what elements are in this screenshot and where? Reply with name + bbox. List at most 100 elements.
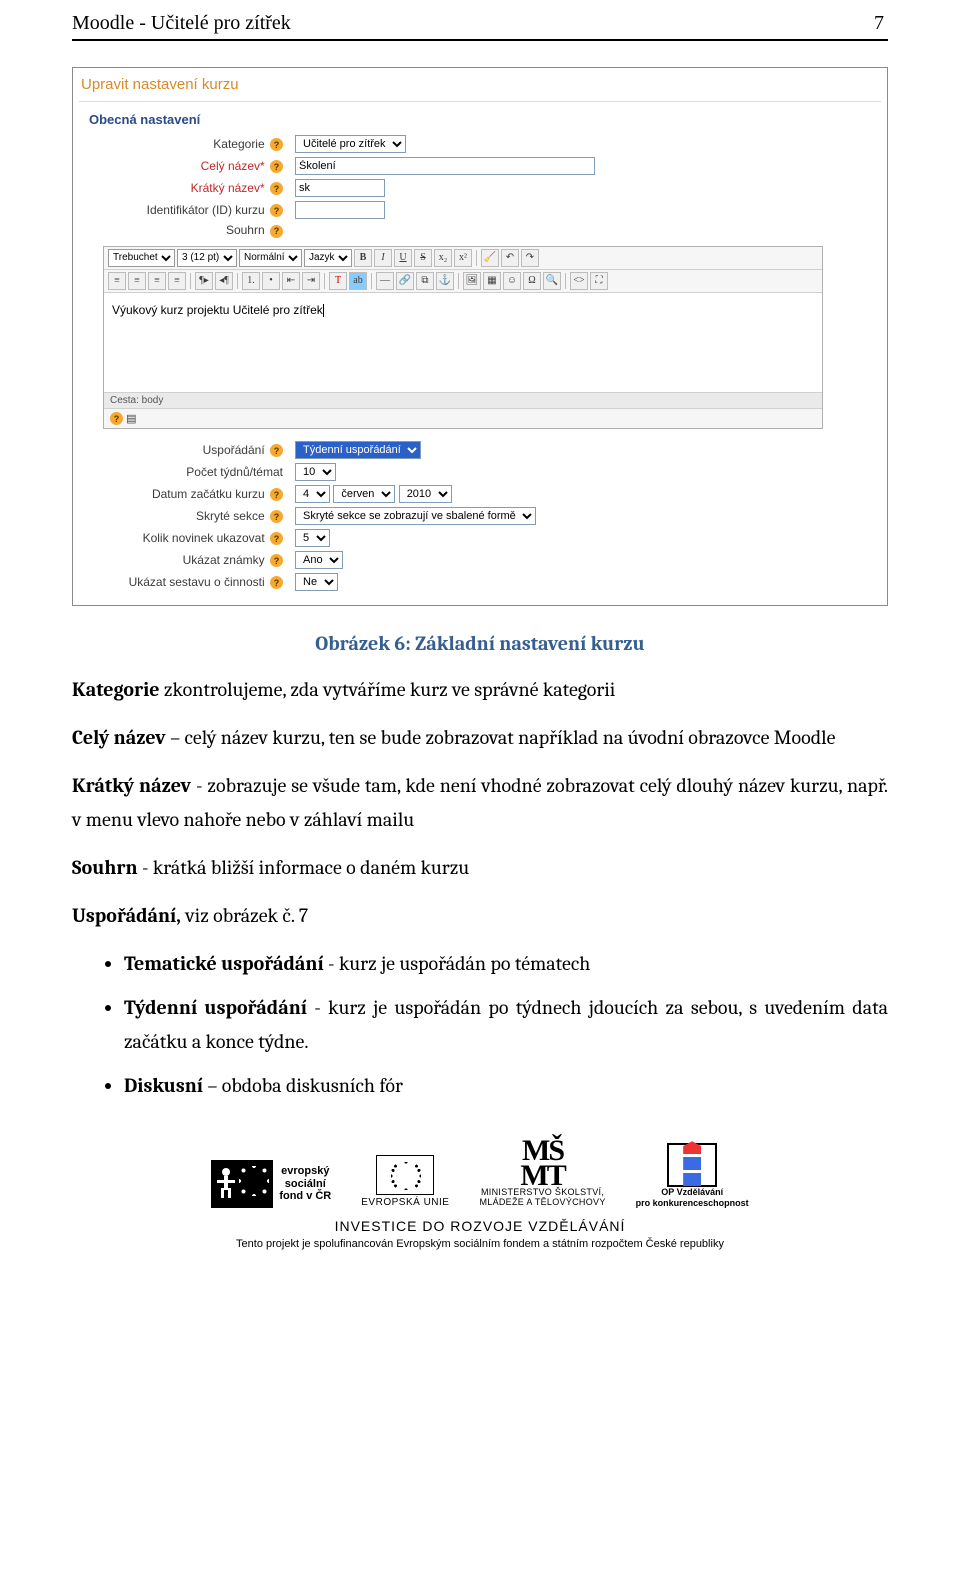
- bgcolor-icon[interactable]: ab: [349, 272, 367, 290]
- label-souhrn: Souhrn: [226, 223, 265, 237]
- indent-icon[interactable]: ⇥: [302, 272, 320, 290]
- list-ol-icon[interactable]: 1.: [242, 272, 260, 290]
- select-year[interactable]: 2010: [399, 485, 452, 503]
- op-line2: pro konkurenceschopnost: [636, 1198, 749, 1208]
- term-kategorie: Kategorie: [72, 678, 160, 701]
- logo-esf: evropský sociální fond v ČR: [211, 1160, 331, 1208]
- editor-font-select[interactable]: Trebuchet: [108, 249, 175, 267]
- help-icon[interactable]: ?: [270, 554, 283, 567]
- section-general: Obecná nastavení: [79, 106, 881, 133]
- input-cely-nazev[interactable]: [295, 157, 595, 175]
- rtl-icon[interactable]: ◂¶: [215, 272, 233, 290]
- term-diskusni: Diskusní: [124, 1074, 203, 1097]
- toggle-editor-icon[interactable]: ▤: [126, 413, 136, 425]
- p5-text: viz obrázek č. 7: [181, 904, 308, 927]
- select-day[interactable]: 4: [295, 485, 330, 503]
- image-icon[interactable]: 🖼: [463, 272, 481, 290]
- running-header: Moodle - Učitelé pro zítřek 7: [72, 0, 888, 41]
- anchor-icon[interactable]: ⚓: [436, 272, 454, 290]
- select-month[interactable]: červen: [333, 485, 395, 503]
- help-icon[interactable]: ?: [270, 510, 283, 523]
- li1-text: - kurz je uspořádán po tématech: [324, 952, 591, 975]
- source-icon[interactable]: <>: [570, 272, 588, 290]
- strike-icon[interactable]: S: [414, 249, 432, 267]
- select-pocet[interactable]: 10: [295, 463, 336, 481]
- ltr-icon[interactable]: ¶▸: [195, 272, 213, 290]
- li3-text: – obdoba diskusních fór: [203, 1074, 403, 1097]
- p3-text: - zobrazuje se všude tam, kde není vhodn…: [72, 774, 888, 831]
- input-kratky-nazev[interactable]: [295, 179, 385, 197]
- clean-icon[interactable]: 🧹: [481, 249, 499, 267]
- term-souhrn: Souhrn: [72, 856, 138, 879]
- select-kategorie[interactable]: Učitelé pro zítřek: [295, 135, 406, 153]
- sup-icon[interactable]: x²: [454, 249, 472, 267]
- help-icon[interactable]: ?: [270, 160, 283, 173]
- editor-toolbar-2: ≡ ≡ ≡ ≡ ¶▸ ◂¶ 1. • ⇤ ⇥ T ab ― 🔗 ⧉ ⚓: [104, 270, 822, 293]
- hr-icon[interactable]: ―: [376, 272, 394, 290]
- list-ul-icon[interactable]: •: [262, 272, 280, 290]
- align-center-icon[interactable]: ≡: [128, 272, 146, 290]
- sub-icon[interactable]: x₂: [434, 249, 452, 267]
- term-cely-nazev: Celý název: [72, 726, 166, 749]
- label-novinky: Kolik novinek ukazovat: [143, 531, 265, 545]
- undo-icon[interactable]: ↶: [501, 249, 519, 267]
- label-usporadani: Uspořádání: [203, 443, 265, 457]
- help-icon[interactable]: ?: [110, 412, 123, 425]
- table-icon[interactable]: ▦: [483, 272, 501, 290]
- editor-lang-select[interactable]: Jazyk: [304, 249, 352, 267]
- course-settings-form: Upravit nastavení kurzu Obecná nastavení…: [72, 67, 888, 606]
- help-icon[interactable]: ?: [270, 532, 283, 545]
- search-icon[interactable]: 🔍: [543, 272, 561, 290]
- help-icon[interactable]: ?: [270, 444, 283, 457]
- underline-icon[interactable]: U: [394, 249, 412, 267]
- editor-textarea[interactable]: Výukový kurz projektu Učitelé pro zítřek: [104, 293, 822, 393]
- editor-toolbar-1: Trebuchet 3 (12 pt) Normální Jazyk B I U…: [104, 247, 822, 270]
- align-left-icon[interactable]: ≡: [108, 272, 126, 290]
- align-right-icon[interactable]: ≡: [148, 272, 166, 290]
- figure-caption: Obrázek 6: Základní nastavení kurzu: [72, 632, 888, 655]
- select-novinky[interactable]: 5: [295, 529, 330, 547]
- select-skryte[interactable]: Skryté sekce se zobrazují ve sbalené for…: [295, 507, 536, 525]
- label-cely-nazev: Celý název*: [201, 159, 265, 173]
- term-tematicke: Tematické uspořádání: [124, 952, 324, 975]
- textcolor-icon[interactable]: T: [329, 272, 347, 290]
- label-skryte: Skryté sekce: [196, 509, 265, 523]
- term-kratky-nazev: Krátký název: [72, 774, 191, 797]
- list-item: Diskusní – obdoba diskusních fór: [124, 1069, 888, 1103]
- running-title: Moodle - Učitelé pro zítřek: [72, 12, 291, 35]
- select-znamky[interactable]: Ano: [295, 551, 343, 569]
- editor-path: Cesta: body: [104, 393, 822, 409]
- help-icon[interactable]: ?: [270, 225, 283, 238]
- label-kratky-nazev: Krátký název*: [191, 181, 265, 195]
- eu-label: EVROPSKÁ UNIE: [361, 1197, 449, 1208]
- editor-content-text: Výukový kurz projektu Učitelé pro zítřek: [112, 303, 323, 317]
- align-justify-icon[interactable]: ≡: [168, 272, 186, 290]
- help-icon[interactable]: ?: [270, 204, 283, 217]
- italic-icon[interactable]: I: [374, 249, 392, 267]
- char-icon[interactable]: Ω: [523, 272, 541, 290]
- label-cinnost: Ukázat sestavu o činnosti: [129, 575, 265, 589]
- list-item: Týdenní uspořádání - kurz je uspořádán p…: [124, 991, 888, 1059]
- label-pocet: Počet týdnů/témat: [186, 465, 283, 479]
- p2-text: – celý název kurzu, ten se bude zobrazov…: [166, 726, 836, 749]
- help-icon[interactable]: ?: [270, 138, 283, 151]
- help-icon[interactable]: ?: [270, 182, 283, 195]
- bold-icon[interactable]: B: [354, 249, 372, 267]
- p1-text: zkontrolujeme, zda vytváříme kurz ve spr…: [160, 678, 616, 701]
- help-icon[interactable]: ?: [270, 576, 283, 589]
- link-icon[interactable]: 🔗: [396, 272, 414, 290]
- emoticon-icon[interactable]: ☺: [503, 272, 521, 290]
- fullscreen-icon[interactable]: ⛶: [590, 272, 608, 290]
- footer-cofin: Tento projekt je spolufinancován Evropsk…: [72, 1238, 888, 1250]
- editor-style-select[interactable]: Normální: [239, 249, 302, 267]
- select-usporadani[interactable]: Týdenní uspořádání: [295, 441, 421, 459]
- form-title: Upravit nastavení kurzu: [79, 72, 881, 102]
- editor-size-select[interactable]: 3 (12 pt): [177, 249, 237, 267]
- list-item: Tematické uspořádání - kurz je uspořádán…: [124, 947, 888, 981]
- unlink-icon[interactable]: ⧉: [416, 272, 434, 290]
- input-id[interactable]: [295, 201, 385, 219]
- outdent-icon[interactable]: ⇤: [282, 272, 300, 290]
- select-cinnost[interactable]: Ne: [295, 573, 338, 591]
- redo-icon[interactable]: ↷: [521, 249, 539, 267]
- help-icon[interactable]: ?: [270, 488, 283, 501]
